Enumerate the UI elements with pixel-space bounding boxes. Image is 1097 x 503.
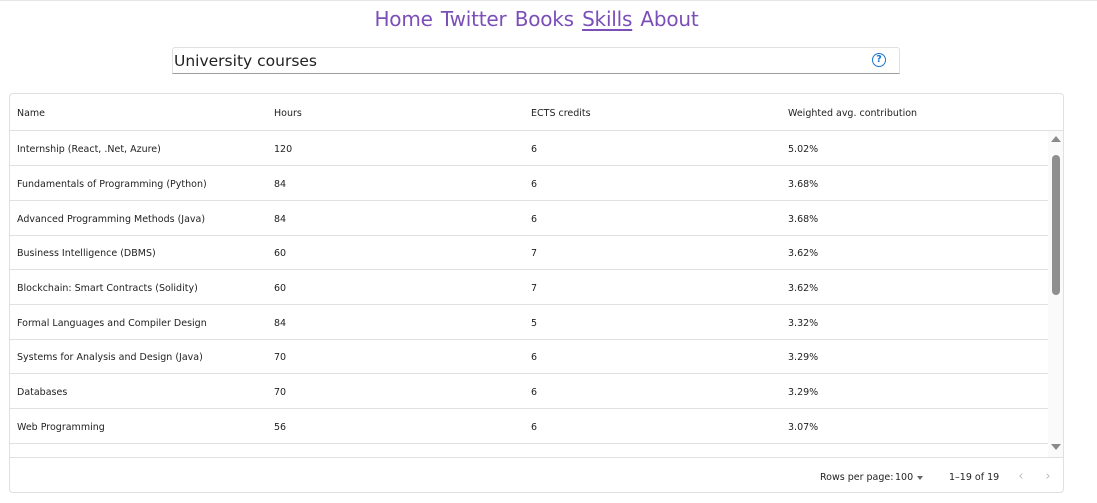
cell-name: Blockchain: Smart Contracts (Solidity)	[17, 283, 198, 294]
table-row[interactable]: Systems for Analysis and Design (Java) 7…	[10, 339, 1050, 374]
cell-name: Business Intelligence (DBMS)	[17, 248, 156, 259]
cell-contribution: 3.29%	[788, 387, 819, 398]
cell-ects: 7	[531, 283, 538, 294]
cell-ects: 6	[531, 387, 538, 398]
scroll-up-arrow-icon[interactable]	[1051, 136, 1061, 142]
rows-per-page-label: Rows per page:	[820, 472, 894, 483]
cell-contribution: 3.29%	[788, 352, 819, 363]
cell-name: Web Programming	[17, 422, 105, 433]
cell-name: Formal Languages and Compiler Design	[17, 318, 207, 329]
cell-contribution: 3.68%	[788, 179, 819, 190]
scrollbar-thumb[interactable]	[1052, 155, 1060, 295]
cell-hours: 84	[274, 214, 287, 225]
table-row[interactable]: Advanced Programming Methods (Java) 84 6…	[10, 201, 1050, 236]
cell-name: Fundamentals of Programming (Python)	[17, 179, 207, 190]
table-row[interactable]: Formal Languages and Compiler Design 84 …	[10, 305, 1050, 340]
nav-link-twitter[interactable]: Twitter	[441, 7, 507, 31]
nav-link-books[interactable]: Books	[515, 7, 574, 31]
next-page-button[interactable]: ›	[1040, 468, 1056, 486]
search-input[interactable]	[173, 48, 863, 73]
cell-name: Systems for Analysis and Design (Java)	[17, 352, 203, 363]
cell-ects: 6	[531, 179, 538, 190]
column-header-hours[interactable]: Hours	[274, 108, 302, 119]
cell-ects: 6	[531, 352, 538, 363]
cell-hours: 120	[274, 144, 293, 155]
courses-table: Name Hours ECTS credits Weighted avg. co…	[9, 93, 1064, 493]
top-nav: Home Twitter Books Skills About	[0, 7, 1073, 31]
table-pagination: Rows per page: 100 1–19 of 19 ‹ ›	[10, 457, 1063, 492]
nav-link-skills[interactable]: Skills	[582, 7, 632, 31]
previous-page-button[interactable]: ‹	[1013, 468, 1029, 486]
cell-hours: 70	[274, 352, 287, 363]
table-body[interactable]: Internship (React, .Net, Azure) 120 6 5.…	[10, 131, 1050, 457]
rows-per-page-value: 100	[895, 472, 914, 483]
cell-hours: 70	[274, 387, 287, 398]
scroll-down-arrow-icon[interactable]	[1051, 444, 1061, 450]
cell-contribution: 3.62%	[788, 283, 819, 294]
cell-name: Internship (React, .Net, Azure)	[17, 144, 161, 155]
cell-ects: 6	[531, 144, 538, 155]
cell-hours: 84	[274, 318, 287, 329]
column-header-weighted-avg[interactable]: Weighted avg. contribution	[788, 108, 917, 119]
cell-contribution: 3.68%	[788, 214, 819, 225]
rows-per-page-select[interactable]: 100	[895, 470, 927, 486]
table-header-row: Name Hours ECTS credits Weighted avg. co…	[10, 94, 1063, 131]
table-row[interactable]: Databases 70 6 3.29%	[10, 374, 1050, 409]
table-row[interactable]: Internship (React, .Net, Azure) 120 6 5.…	[10, 131, 1050, 166]
vertical-scrollbar[interactable]	[1048, 131, 1063, 457]
nav-link-about[interactable]: About	[640, 7, 698, 31]
help-circle-icon[interactable]: ?	[872, 53, 886, 67]
table-row[interactable]: Web Programming 56 6 3.07%	[10, 409, 1050, 444]
cell-ects: 6	[531, 214, 538, 225]
pagination-range: 1–19 of 19	[949, 472, 1000, 483]
column-header-name[interactable]: Name	[17, 108, 45, 119]
table-row[interactable]: Business Intelligence (DBMS) 60 7 3.62%	[10, 235, 1050, 270]
cell-name: Databases	[17, 387, 68, 398]
chevron-down-icon	[917, 476, 923, 480]
cell-hours: 60	[274, 283, 287, 294]
table-row[interactable]: Blockchain: Smart Contracts (Solidity) 6…	[10, 270, 1050, 305]
nav-link-home[interactable]: Home	[374, 7, 432, 31]
cell-ects: 5	[531, 318, 538, 329]
cell-contribution: 3.32%	[788, 318, 819, 329]
cell-contribution: 5.02%	[788, 144, 819, 155]
cell-contribution: 3.07%	[788, 422, 819, 433]
top-divider	[0, 0, 1097, 1]
cell-hours: 56	[274, 422, 287, 433]
cell-ects: 7	[531, 248, 538, 259]
cell-contribution: 3.62%	[788, 248, 819, 259]
table-row[interactable]: Fundamentals of Programming (Python) 84 …	[10, 166, 1050, 201]
cell-hours: 84	[274, 179, 287, 190]
cell-hours: 60	[274, 248, 287, 259]
cell-ects: 6	[531, 422, 538, 433]
search-field: ?	[172, 47, 900, 74]
cell-name: Advanced Programming Methods (Java)	[17, 214, 206, 225]
column-header-ects[interactable]: ECTS credits	[531, 108, 591, 119]
